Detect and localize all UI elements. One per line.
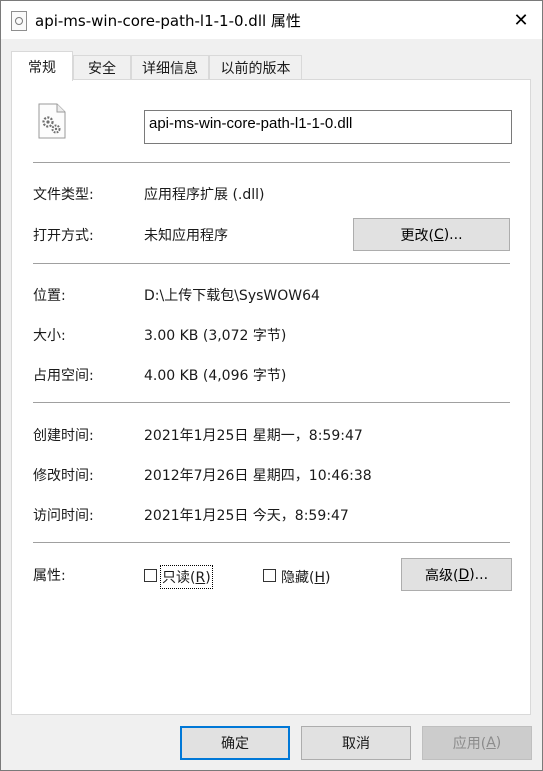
- attributes-label: 属性:: [33, 568, 66, 584]
- file-icon: [11, 11, 27, 31]
- location-value: D:\上传下载包\SysWOW64: [144, 288, 320, 304]
- close-button[interactable]: ✕: [506, 5, 536, 35]
- file-name-input[interactable]: api-ms-win-core-path-l1-1-0.dll: [144, 110, 512, 144]
- readonly-checkbox[interactable]: [144, 569, 157, 582]
- tab-details[interactable]: 详细信息: [131, 55, 209, 79]
- size-on-disk-label: 占用空间:: [33, 368, 94, 384]
- tab-general[interactable]: 常规: [11, 51, 73, 81]
- opens-with-value: 未知应用程序: [144, 228, 228, 244]
- separator: [33, 542, 510, 543]
- size-value: 3.00 KB (3,072 字节): [144, 328, 287, 344]
- tab-security[interactable]: 安全: [73, 55, 131, 79]
- cancel-button[interactable]: 取消: [301, 726, 411, 760]
- separator: [33, 162, 510, 163]
- accessed-value: 2021年1月25日 今天，8:59:47: [144, 508, 349, 524]
- created-value: 2021年1月25日 星期一，8:59:47: [144, 428, 363, 444]
- accessed-label: 访问时间:: [33, 508, 94, 524]
- readonly-checkbox-label[interactable]: 只读(R): [160, 565, 213, 589]
- change-button[interactable]: 更改(C)...: [353, 218, 510, 251]
- separator: [33, 263, 510, 264]
- created-label: 创建时间:: [33, 428, 94, 444]
- file-type-value: 应用程序扩展 (.dll): [144, 187, 265, 203]
- dll-file-icon: [38, 103, 66, 139]
- modified-value: 2012年7月26日 星期四，10:46:38: [144, 468, 372, 484]
- separator: [33, 402, 510, 403]
- general-panel: api-ms-win-core-path-l1-1-0.dll 文件类型: 应用…: [11, 79, 531, 715]
- properties-dialog: api-ms-win-core-path-l1-1-0.dll 属性 ✕ 常规 …: [0, 0, 543, 771]
- hidden-checkbox-label[interactable]: 隐藏(H): [281, 567, 330, 587]
- size-label: 大小:: [33, 328, 66, 344]
- opens-with-label: 打开方式:: [33, 228, 94, 244]
- hidden-checkbox[interactable]: [263, 569, 276, 582]
- title-bar: api-ms-win-core-path-l1-1-0.dll 属性 ✕: [1, 1, 542, 39]
- location-label: 位置:: [33, 288, 66, 304]
- size-on-disk-value: 4.00 KB (4,096 字节): [144, 368, 287, 384]
- apply-button[interactable]: 应用(A): [422, 726, 532, 760]
- tab-previous-versions[interactable]: 以前的版本: [209, 55, 302, 79]
- modified-label: 修改时间:: [33, 468, 94, 484]
- file-type-label: 文件类型:: [33, 187, 94, 203]
- ok-button[interactable]: 确定: [180, 726, 290, 760]
- window-title: api-ms-win-core-path-l1-1-0.dll 属性: [35, 12, 301, 30]
- advanced-button[interactable]: 高级(D)...: [401, 558, 512, 591]
